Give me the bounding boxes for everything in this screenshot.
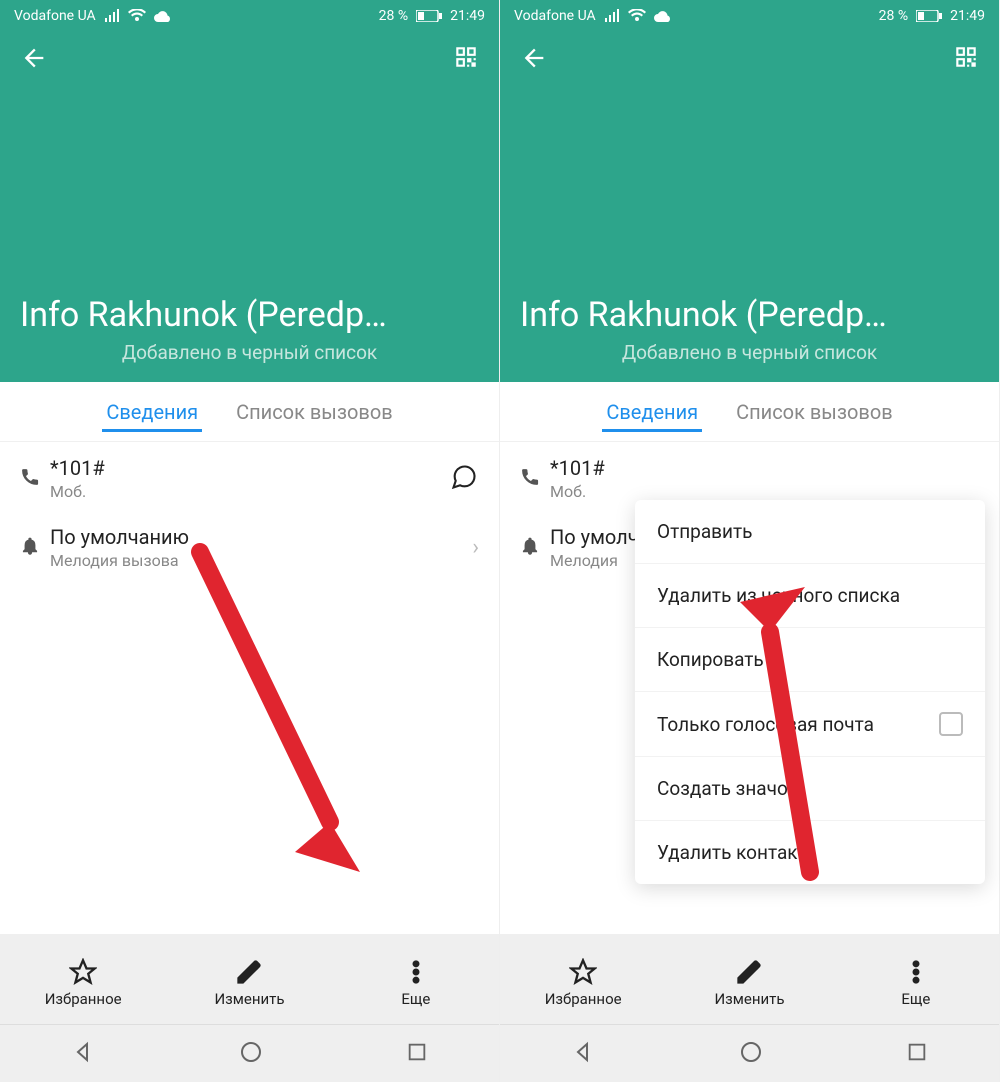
- edit-button[interactable]: Изменить: [199, 958, 299, 1008]
- battery-pct: 28 %: [379, 8, 408, 24]
- menu-copy[interactable]: Копировать: [635, 628, 985, 692]
- contact-header: Info Rakhunok (Peredp… Добавлено в черны…: [0, 32, 499, 382]
- content-area: *101# Моб. По умолчанию Мелодия вызова ›: [0, 442, 499, 934]
- contact-header: Info Rakhunok (Peredp… Добавлено в черны…: [500, 32, 999, 382]
- tab-details[interactable]: Сведения: [602, 384, 702, 440]
- phone-icon: [20, 467, 50, 491]
- tab-details[interactable]: Сведения: [102, 384, 202, 440]
- cloud-icon: [154, 10, 172, 22]
- bell-icon: [20, 536, 50, 560]
- phone-screen-right: Vodafone UA 28 % 21:49 Info Rakhunok (Pe…: [500, 0, 1000, 1082]
- more-menu: Отправить Удалить из черного списка Копи…: [635, 500, 985, 884]
- tab-calls[interactable]: Список вызовов: [232, 384, 397, 440]
- menu-delete[interactable]: Удалить контакт: [635, 821, 985, 884]
- content-area: *101# Моб. По умолч Мелодия Отправить Уд…: [500, 442, 999, 934]
- ringtone-sub: Мелодия вызова: [50, 551, 472, 570]
- status-bar: Vodafone UA 28 % 21:49: [500, 0, 999, 32]
- qr-icon[interactable]: [953, 44, 979, 76]
- back-button[interactable]: [520, 44, 548, 76]
- phone-number: *101#: [550, 456, 979, 480]
- tabs: Сведения Список вызовов: [0, 382, 499, 442]
- wifi-icon: [128, 9, 146, 23]
- bottom-actions: Избранное Изменить Еще: [500, 934, 999, 1024]
- menu-unblock[interactable]: Удалить из черного списка: [635, 564, 985, 628]
- phone-number-row[interactable]: *101# Моб.: [0, 442, 499, 511]
- nav-home[interactable]: [739, 1040, 763, 1068]
- wifi-icon: [628, 9, 646, 23]
- system-navbar: [0, 1024, 499, 1082]
- clock: 21:49: [950, 8, 985, 24]
- bottom-actions: Избранное Изменить Еще: [0, 934, 499, 1024]
- chevron-right-icon: ›: [472, 535, 479, 560]
- voicemail-checkbox[interactable]: [939, 712, 963, 736]
- qr-icon[interactable]: [453, 44, 479, 76]
- nav-recent[interactable]: [906, 1041, 928, 1067]
- carrier-label: Vodafone UA: [514, 8, 596, 24]
- favorite-button[interactable]: Избранное: [33, 958, 133, 1008]
- system-navbar: [500, 1024, 999, 1082]
- carrier-label: Vodafone UA: [14, 8, 96, 24]
- nav-back[interactable]: [72, 1040, 96, 1068]
- message-icon[interactable]: [443, 463, 479, 495]
- nav-home[interactable]: [239, 1040, 263, 1068]
- annotation-arrow: [160, 532, 380, 892]
- nav-back[interactable]: [572, 1040, 596, 1068]
- tabs: Сведения Список вызовов: [500, 382, 999, 442]
- phone-screen-left: Vodafone UA 28 % 21:49 Info Rakhunok (Pe…: [0, 0, 500, 1082]
- battery-pct: 28 %: [879, 8, 908, 24]
- battery-icon: [916, 10, 942, 22]
- contact-name: Info Rakhunok (Peredp…: [20, 295, 479, 335]
- bell-icon: [520, 536, 550, 560]
- nav-recent[interactable]: [406, 1041, 428, 1067]
- battery-icon: [416, 10, 442, 22]
- phone-type: Моб.: [550, 482, 979, 501]
- clock: 21:49: [450, 8, 485, 24]
- tab-calls[interactable]: Список вызовов: [732, 384, 897, 440]
- phone-type: Моб.: [50, 482, 443, 501]
- phone-icon: [520, 467, 550, 491]
- contact-name: Info Rakhunok (Peredp…: [520, 295, 979, 335]
- contact-subtitle: Добавлено в черный список: [20, 341, 479, 364]
- ringtone-row[interactable]: По умолчанию Мелодия вызова ›: [0, 511, 499, 580]
- menu-voicemail[interactable]: Только голосовая почта: [635, 692, 985, 757]
- back-button[interactable]: [20, 44, 48, 76]
- edit-button[interactable]: Изменить: [699, 958, 799, 1008]
- status-bar: Vodafone UA 28 % 21:49: [0, 0, 499, 32]
- menu-send[interactable]: Отправить: [635, 500, 985, 564]
- signal-icon: [604, 9, 620, 23]
- signal-icon: [104, 9, 120, 23]
- cloud-icon: [654, 10, 672, 22]
- menu-shortcut[interactable]: Создать значок: [635, 757, 985, 821]
- ringtone-title: По умолчанию: [50, 525, 472, 549]
- more-button[interactable]: Еще: [366, 958, 466, 1008]
- phone-number: *101#: [50, 456, 443, 480]
- more-button[interactable]: Еще: [866, 958, 966, 1008]
- contact-subtitle: Добавлено в черный список: [520, 341, 979, 364]
- favorite-button[interactable]: Избранное: [533, 958, 633, 1008]
